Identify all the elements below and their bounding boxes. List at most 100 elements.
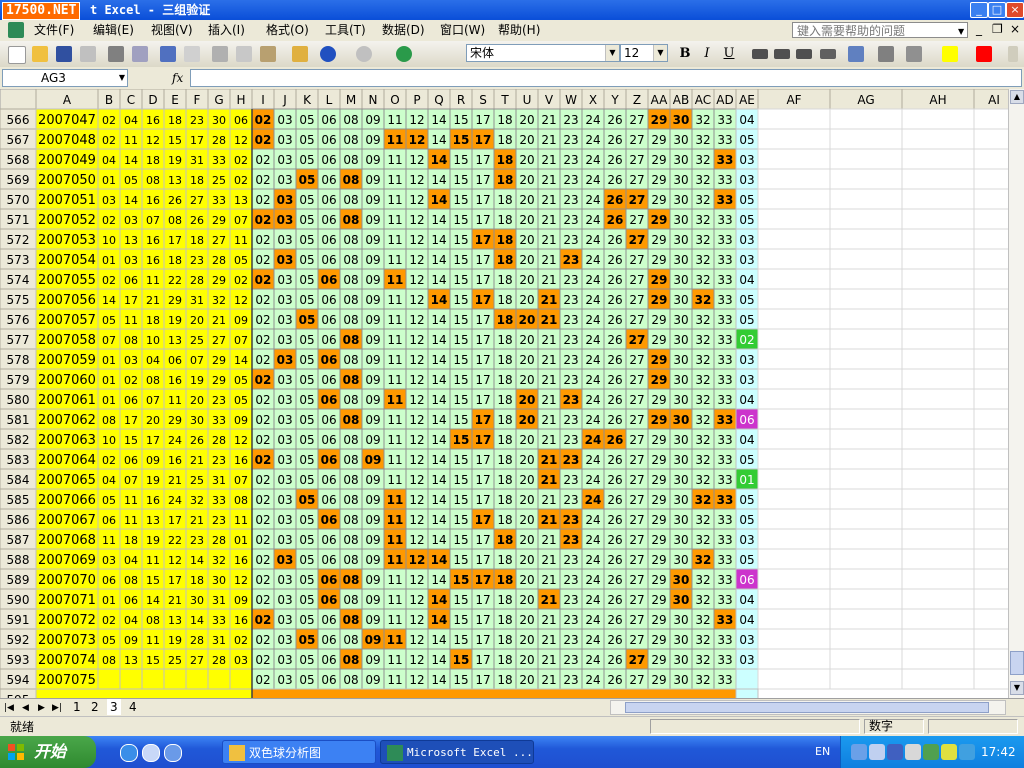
empty-cell[interactable] [973,128,1008,150]
empty-cell[interactable] [829,668,903,690]
empty-cell[interactable] [901,608,975,630]
empty-cell[interactable] [973,268,1008,290]
borders-icon[interactable] [906,46,922,62]
empty-cell[interactable] [901,288,975,310]
empty-cell[interactable] [829,548,903,570]
empty-cell[interactable] [973,548,1008,570]
draw-cell[interactable] [35,688,253,698]
empty-cell[interactable] [901,468,975,490]
insert-function-icon[interactable]: fx [172,71,183,85]
count-cell[interactable] [735,688,759,698]
doc-close-icon[interactable]: × [1010,22,1020,36]
tray-update-icon[interactable] [959,744,975,760]
research-icon[interactable] [184,46,200,62]
last-sheet-icon[interactable]: ▶| [52,701,62,715]
empty-cell[interactable] [973,168,1008,190]
empty-cell[interactable] [757,648,831,670]
align-center-icon[interactable] [774,49,790,59]
empty-cell[interactable] [757,468,831,490]
menu-tools[interactable]: 工具(T) [325,23,366,37]
quicklaunch-icon[interactable] [164,744,182,762]
empty-cell[interactable] [757,488,831,510]
empty-cell[interactable] [901,368,975,390]
copy-icon[interactable] [236,46,252,62]
empty-cell[interactable] [973,328,1008,350]
empty-cell[interactable] [973,648,1008,670]
help-dropdown-icon[interactable]: ▼ [958,27,964,36]
font-color-icon[interactable] [976,46,992,62]
empty-cell[interactable] [973,368,1008,390]
empty-cell[interactable] [901,208,975,230]
sheet-tab-3[interactable]: 3 [107,699,121,715]
tray-antivirus-icon[interactable] [923,744,939,760]
empty-cell[interactable] [757,228,831,250]
font-size-select[interactable]: 12 ▼ [620,44,668,62]
horizontal-scroll-thumb[interactable] [625,702,989,713]
sheet-tab-4[interactable]: 4 [126,699,140,715]
empty-cell[interactable] [829,148,903,170]
empty-cell[interactable] [901,388,975,410]
empty-cell[interactable] [901,148,975,170]
italic-button[interactable]: I [698,45,716,63]
empty-cell[interactable] [829,228,903,250]
toolbar-options-icon[interactable] [1008,46,1018,62]
empty-cell[interactable] [829,628,903,650]
maximize-button[interactable]: □ [988,2,1006,18]
language-indicator[interactable]: EN [815,745,830,758]
empty-cell[interactable] [973,528,1008,550]
spreadsheet-grid[interactable]: A B C D E F G H I J K L M N O P Q R S T U V W X Y Z AA AB AC AD AE AF AG… [0,89,1008,698]
empty-cell[interactable] [757,288,831,310]
empty-cell[interactable] [829,268,903,290]
hyperlink-icon[interactable] [396,46,412,62]
empty-cell[interactable] [901,408,975,430]
empty-cell[interactable] [901,248,975,270]
print-preview-icon[interactable] [132,46,148,62]
menu-data[interactable]: 数据(D) [382,23,425,37]
doc-minimize-icon[interactable]: _ [976,22,982,36]
minimize-button[interactable]: _ [970,2,988,18]
grid-canvas[interactable]: A B C D E F G H I J K L M N O P Q R S T U V W X Y Z AA AB AC AD AE AF AG… [0,89,1008,698]
empty-cell[interactable] [757,428,831,450]
name-box[interactable]: AG3 ▼ [2,69,128,87]
cut-icon[interactable] [212,46,228,62]
paste-icon[interactable] [260,46,276,62]
empty-cell[interactable] [829,348,903,370]
pool-cell[interactable] [251,688,737,698]
empty-cell[interactable] [829,408,903,430]
empty-cell[interactable] [829,188,903,210]
menu-help[interactable]: 帮助(H) [498,23,540,37]
bold-button[interactable]: B [676,45,694,63]
empty-cell[interactable] [757,188,831,210]
empty-cell[interactable] [757,308,831,330]
select-all-corner[interactable] [0,89,37,110]
empty-cell[interactable] [901,168,975,190]
empty-cell[interactable] [901,448,975,470]
menu-insert[interactable]: 插入(I) [208,23,245,37]
tray-app-icon[interactable] [869,744,885,760]
empty-cell[interactable] [901,648,975,670]
align-right-icon[interactable] [796,49,812,59]
empty-cell[interactable] [973,228,1008,250]
format-painter-icon[interactable] [292,46,308,62]
empty-cell[interactable] [901,488,975,510]
media-player-icon[interactable] [142,744,160,762]
empty-cell[interactable] [829,528,903,550]
empty-cell[interactable] [973,468,1008,490]
empty-cell[interactable] [973,348,1008,370]
empty-cell[interactable] [757,268,831,290]
empty-cell[interactable] [757,568,831,590]
network-icon[interactable] [851,744,867,760]
start-button[interactable]: 开始 [0,736,96,768]
font-name-select[interactable]: 宋体 ▼ [466,44,620,62]
empty-cell[interactable] [901,428,975,450]
empty-cell[interactable] [829,588,903,610]
empty-cell[interactable] [829,608,903,630]
empty-cell[interactable] [901,668,975,690]
empty-cell[interactable] [901,308,975,330]
sheet-tab-2[interactable]: 2 [88,699,102,715]
draw-cell[interactable] [97,668,121,690]
merge-center-icon[interactable] [820,49,836,59]
empty-cell[interactable] [901,328,975,350]
empty-cell[interactable] [757,448,831,470]
empty-cell[interactable] [973,208,1008,230]
